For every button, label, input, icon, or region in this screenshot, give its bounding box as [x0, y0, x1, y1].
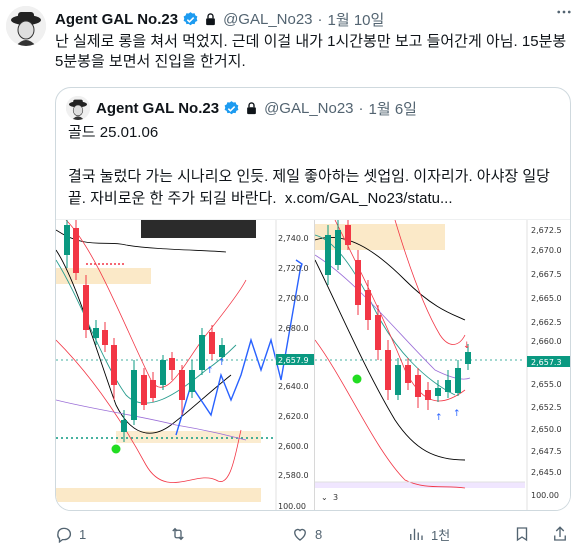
quoted-lock-icon	[247, 101, 256, 114]
right-tick: 2,655.0	[531, 380, 562, 389]
right-tick: 2,660.0	[531, 337, 562, 346]
reply-count: 1	[79, 526, 87, 542]
quoted-body: 결국 눌렀다 가는 시나리오 인듯. 제일 좋아하는 셋업임. 이자리가. 아샤…	[68, 166, 563, 210]
action-bar: 1 8 1천	[55, 521, 571, 547]
separator-dot: ·	[317, 10, 323, 28]
quoted-author-name: Agent GAL No.23	[96, 99, 220, 117]
right-tick: 2,667.5	[531, 270, 562, 279]
quoted-date: 1월 6일	[368, 100, 417, 118]
left-tick: 100.00	[278, 502, 306, 511]
left-tick: 2,720.0	[278, 264, 309, 273]
like-button[interactable]: 8	[291, 525, 322, 543]
retweet-button[interactable]	[169, 525, 193, 543]
views-button[interactable]: 1천	[407, 525, 450, 544]
quoted-tweet-header: Agent GAL No.23 @GAL_No23 · 1월 6일	[66, 96, 417, 120]
tweet-text: 난 실제로 롱을 쳐서 먹었지. 근데 이걸 내가 1시간봉만 보고 들어간게 …	[55, 33, 567, 70]
tweet-header: Agent GAL No.23 @GAL_No23 · 1월 10일	[55, 8, 567, 30]
right-tick: 2,645.0	[531, 468, 562, 477]
svg-text:↓: ↓	[463, 341, 471, 351]
right-tick: 2,652.5	[531, 403, 562, 412]
tweet-date[interactable]: 1월 10일	[328, 9, 385, 30]
right-tick: 2,670.0	[531, 246, 562, 255]
views-icon	[410, 528, 423, 540]
lock-icon	[206, 12, 215, 25]
retweet-icon	[172, 527, 184, 541]
right-chart-svg: ↑ ↑ ↓ ⌄ 3 2,672.5 2,670.0 2,667.5 2,665.…	[314, 219, 570, 510]
avatar[interactable]	[6, 6, 46, 46]
left-tick: 2,680.0	[278, 324, 309, 333]
more-icon	[557, 10, 571, 14]
more-options-button[interactable]	[553, 1, 575, 23]
right-tick: 2,672.5	[531, 226, 562, 235]
left-tick: 2,580.0	[278, 471, 309, 480]
right-tick: 100.00	[531, 491, 559, 500]
heart-icon	[294, 528, 306, 541]
quoted-author-handle: @GAL_No23	[264, 99, 354, 117]
quoted-text: 골드 25.01.06 결국 눌렀다 가는 시나리오 인듯. 제일 좋아하는 셋…	[68, 122, 563, 210]
right-tick: 2,665.0	[531, 294, 562, 303]
share-button[interactable]	[551, 525, 569, 543]
right-chart: ↑ ↑ ↓ ⌄ 3 2,672.5 2,670.0 2,667.5 2,665.…	[314, 219, 570, 510]
chart-image[interactable]: ↑ ↑ 2,740.0 2,720.0 2,700.0 2,680.0 2,65…	[56, 219, 570, 511]
author-name[interactable]: Agent GAL No.23	[55, 11, 178, 28]
reply-button[interactable]: 1	[55, 525, 86, 543]
quoted-title-line: 골드 25.01.06	[68, 124, 159, 141]
left-tick: 2,640.0	[278, 382, 309, 391]
view-count: 1천	[431, 527, 451, 543]
quoted-avatar	[66, 96, 90, 120]
left-chart-svg: ↑ ↑ 2,740.0 2,720.0 2,700.0 2,680.0 2,65…	[56, 219, 314, 511]
quoted-link[interactable]: x.com/GAL_No23/statu...	[285, 190, 453, 207]
quoted-separator-dot: ·	[358, 99, 364, 117]
bookmark-button[interactable]	[513, 525, 531, 543]
avatar-image	[6, 6, 46, 46]
left-tick: 2,700.0	[278, 294, 309, 303]
author-handle[interactable]: @GAL_No23	[223, 11, 312, 28]
right-current-price: 2,657.3	[531, 358, 562, 367]
left-current-price: 2,657.9	[278, 356, 309, 365]
svg-text:↑: ↑	[206, 366, 214, 376]
quoted-avatar-image	[66, 96, 90, 120]
right-panel-label: 3	[333, 493, 338, 502]
right-tick: 2,647.5	[531, 447, 562, 456]
verified-badge-icon	[183, 11, 198, 25]
left-tick: 2,740.0	[278, 234, 309, 243]
right-tick: 2,662.5	[531, 318, 562, 327]
svg-text:↑: ↑	[453, 409, 461, 419]
bookmark-icon	[516, 527, 528, 542]
left-tick: 2,620.0	[278, 412, 309, 421]
quoted-verified-badge-icon	[224, 100, 239, 114]
reply-icon	[57, 527, 72, 543]
like-count: 8	[315, 526, 323, 542]
svg-text:↑: ↑	[218, 358, 226, 368]
share-icon	[554, 526, 566, 541]
svg-text:⌄: ⌄	[321, 493, 328, 502]
right-tick: 2,650.0	[531, 425, 562, 434]
quoted-tweet[interactable]: Agent GAL No.23 @GAL_No23 · 1월 6일 골드 25.…	[55, 87, 571, 511]
left-tick: 2,600.0	[278, 442, 309, 451]
left-chart: ↑ ↑ 2,740.0 2,720.0 2,700.0 2,680.0 2,65…	[56, 219, 314, 511]
svg-text:↑: ↑	[435, 413, 443, 423]
